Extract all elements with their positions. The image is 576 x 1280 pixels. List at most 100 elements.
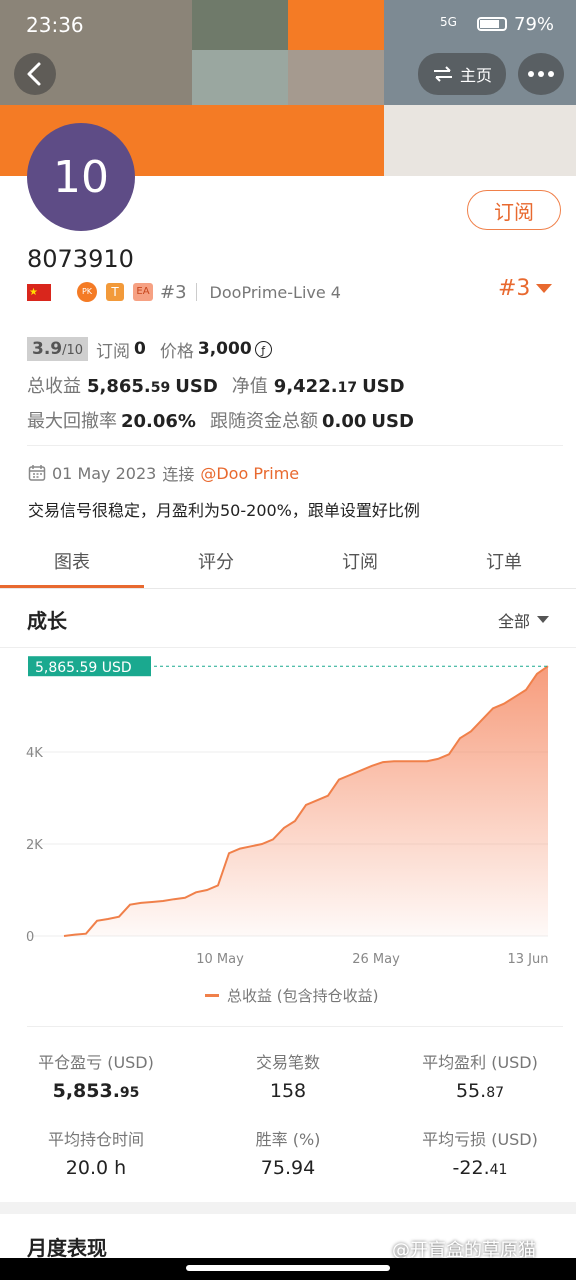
total-profit-label: 总收益 <box>27 376 81 397</box>
avg-hold-value: 20.0 h <box>65 1157 127 1179</box>
subscribe-button[interactable]: 订阅 <box>467 190 561 230</box>
y-tick-label: 2K <box>26 838 43 853</box>
network-indicator: 5G <box>440 15 457 29</box>
tab-orders[interactable]: 订单 <box>432 548 576 574</box>
avg-profit-int: 55. <box>455 1080 487 1102</box>
score-badge: 3.9/10 <box>27 337 89 361</box>
avg-profit-value: 55.87 <box>390 1080 570 1102</box>
divider <box>27 445 563 446</box>
coin-icon: ƒ <box>254 340 272 358</box>
pk-badge: PK <box>77 282 97 302</box>
badges-row: ★ PK T EA #3 DooPrime-Live 4 <box>27 281 341 303</box>
home-label: 主页 <box>459 66 492 85</box>
score-value: 3.9 <box>32 339 63 359</box>
growth-chart: 0 2K 4K 5,865.59 USD 10 May 26 May 13 Jun <box>26 656 549 967</box>
current-value-label: 5,865.59 USD <box>35 660 132 676</box>
connection-row: 01 May 2023 连接 @Doo Prime <box>28 461 299 485</box>
account-id: 8073910 <box>27 245 134 273</box>
x-tick-label: 13 Jun <box>508 952 549 967</box>
switch-icon <box>433 66 452 82</box>
follow-funds-label: 跟随资金总额 <box>209 411 318 432</box>
status-bar: 23:36 5G 79% <box>0 0 576 50</box>
close-pnl-dec: 95 <box>119 1085 140 1101</box>
avg-hold-label: 平均持仓时间 <box>47 1130 144 1149</box>
growth-filter-label: 全部 <box>498 612 531 631</box>
china-flag-icon: ★ <box>27 283 51 301</box>
divider <box>0 647 576 648</box>
divider <box>0 588 576 589</box>
close-pnl-label: 平仓盈亏 (USD) <box>38 1053 154 1072</box>
monthly-title: 月度表现 <box>27 1236 107 1260</box>
metrics-row-1: 3.9/10 订阅 0 价格 3,000 ƒ <box>27 336 272 362</box>
subscriptions-value: 0 <box>134 339 146 359</box>
net-value-unit: USD <box>362 376 405 397</box>
caret-down-icon <box>537 616 550 623</box>
more-button[interactable] <box>518 53 564 95</box>
home-button[interactable]: 主页 <box>418 53 506 95</box>
chevron-left-icon <box>27 62 41 86</box>
metrics-row-2: 总收益 5,865. 59 USD 净值 9,422. 17 USD <box>27 372 405 398</box>
total-profit-unit: USD <box>175 376 218 397</box>
score-max: /10 <box>62 343 84 358</box>
series-area <box>64 666 548 936</box>
back-button[interactable] <box>14 53 56 95</box>
follow-funds-value: 0.00 <box>321 411 367 432</box>
ea-badge: EA <box>133 283 153 301</box>
total-profit-int: 5,865. <box>87 376 151 397</box>
banner-photo <box>384 105 576 176</box>
close-pnl-value: 5,853.95 <box>6 1080 186 1102</box>
battery-level: 79% <box>514 14 555 35</box>
x-tick-label: 10 May <box>196 952 244 967</box>
divider <box>195 283 197 301</box>
avg-profit-dec: 87 <box>486 1085 505 1101</box>
trades-label: 交易笔数 <box>255 1053 320 1072</box>
rank-text: #3 <box>160 281 187 303</box>
max-drawdown-label: 最大回撤率 <box>27 411 117 432</box>
rank-dropdown-label: #3 <box>498 276 531 301</box>
growth-filter-dropdown[interactable]: 全部 <box>498 608 550 632</box>
legend-label: 总收益 (包含持仓收益) <box>227 987 379 1005</box>
close-pnl-int: 5,853. <box>52 1080 120 1102</box>
divider <box>27 1026 563 1027</box>
avatar: 10 <box>27 123 135 231</box>
growth-title: 成长 <box>27 609 67 633</box>
y-tick-label: 4K <box>26 746 43 761</box>
x-tick-label: 26 May <box>352 952 400 967</box>
avg-profit-label: 平均盈利 (USD) <box>422 1053 538 1072</box>
connection-label: 连接 <box>162 465 195 484</box>
metrics-row-3: 最大回撤率 20.06% 跟随资金总额 0.00 USD <box>27 407 414 433</box>
total-profit-dec: 59 <box>150 380 171 396</box>
y-tick-label: 0 <box>26 930 34 945</box>
win-rate-value: 75.94 <box>260 1157 316 1179</box>
avg-loss-dec: 41 <box>489 1162 508 1178</box>
connection-date: 01 May 2023 <box>52 463 157 483</box>
net-value-dec: 17 <box>337 380 358 396</box>
chart-legend: 总收益 (包含持仓收益) <box>205 985 378 1006</box>
caret-down-icon <box>536 283 553 293</box>
section-separator <box>0 1202 576 1214</box>
legend-swatch <box>205 994 219 997</box>
win-rate-label: 胜率 (%) <box>255 1130 321 1149</box>
avg-loss-label: 平均亏损 (USD) <box>422 1130 538 1149</box>
tab-score[interactable]: 评分 <box>144 548 288 574</box>
avg-loss-int: -22. <box>452 1157 490 1179</box>
price-label: 价格 <box>159 341 194 362</box>
tab-subscribe[interactable]: 订阅 <box>288 548 432 574</box>
banner-photo <box>192 50 288 105</box>
status-time: 23:36 <box>26 13 84 37</box>
broker-link[interactable]: @Doo Prime <box>200 464 299 483</box>
battery-icon <box>477 17 507 31</box>
t-badge: T <box>106 283 124 301</box>
net-value-int: 9,422. <box>273 376 338 397</box>
max-drawdown-value: 20.06% <box>121 411 196 432</box>
net-value-label: 净值 <box>231 376 268 397</box>
server-name: DooPrime-Live 4 <box>209 282 341 302</box>
more-icon <box>528 71 554 77</box>
home-indicator[interactable] <box>186 1265 390 1271</box>
trades-value: 158 <box>269 1080 307 1102</box>
tab-chart[interactable]: 图表 <box>0 548 144 574</box>
price-value: 3,000 <box>197 339 252 359</box>
subscriptions-label: 订阅 <box>96 341 131 362</box>
rank-dropdown[interactable]: #3 <box>498 276 553 301</box>
description: 交易信号很稳定，月盈利为50-200%，跟单设置好比例 <box>28 501 420 520</box>
